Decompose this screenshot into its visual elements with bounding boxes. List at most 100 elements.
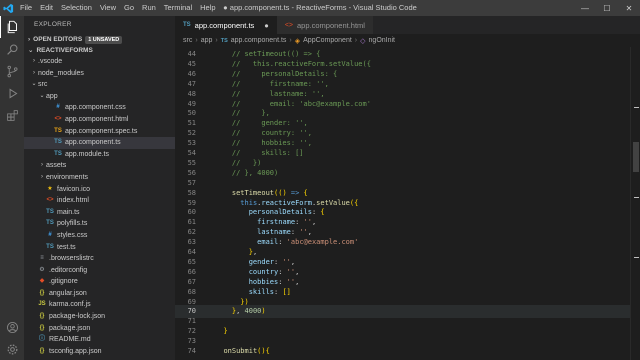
source-control-icon[interactable] [0, 60, 24, 82]
breadcrumb-item[interactable]: AppComponent [303, 37, 352, 44]
breadcrumb-item[interactable]: app [201, 37, 213, 44]
cfg-file-icon: ≡ [40, 255, 44, 262]
code-text: // lastname: '', [231, 89, 325, 98]
scrollbar-thumb[interactable] [633, 142, 639, 172]
breadcrumb-separator-icon: › [195, 37, 198, 44]
json-file-icon: {} [39, 313, 45, 320]
file-item[interactable]: {} package-lock.json [24, 311, 175, 323]
json-file-icon: {} [39, 347, 45, 354]
spec-file-icon: TS [54, 127, 62, 134]
tree-item-label: app.component.spec.ts [65, 127, 138, 135]
maximize-button[interactable]: ☐ [596, 0, 618, 16]
menu-item-help[interactable]: Help [196, 0, 219, 16]
tree-item-label: favicon.ico [57, 185, 91, 193]
code-text: // firstname: '', [231, 79, 329, 88]
file-item[interactable]: JS karma.conf.js [24, 299, 175, 311]
ico-file-icon: ★ [47, 185, 53, 192]
folder-item[interactable]: › environments [24, 172, 175, 184]
file-item[interactable]: # styles.css [24, 230, 175, 242]
file-item[interactable]: ⚙ .editorconfig [24, 265, 175, 277]
project-section[interactable]: ⌄ REACTIVEFORMS [24, 45, 175, 56]
menu-item-run[interactable]: Run [138, 0, 160, 16]
code-text: // setTimeout(() => { [231, 50, 321, 58]
menu-item-edit[interactable]: Edit [36, 0, 57, 16]
file-item[interactable]: <> index.html [24, 195, 175, 207]
unsaved-dot-icon[interactable]: ● [264, 21, 269, 30]
explorer-icon[interactable] [0, 16, 24, 38]
breadcrumb-item[interactable]: app.component.ts [231, 37, 287, 44]
file-item[interactable]: TS app.module.ts [24, 149, 175, 161]
folder-item[interactable]: ⌄ app [24, 91, 175, 103]
menu-item-go[interactable]: Go [120, 0, 138, 16]
tree-item-label: app.component.css [65, 104, 126, 112]
code-text: // }) [231, 158, 262, 167]
code-editor[interactable]: 44 // setTimeout(() => {45 // this.react… [175, 47, 640, 360]
code-text: }, [248, 248, 258, 256]
breadcrumb-item[interactable]: src [183, 37, 192, 44]
folder-item[interactable]: › node_modules [24, 68, 175, 80]
ts-file-icon: TS [46, 208, 54, 215]
breadcrumb-separator-icon: › [215, 37, 218, 44]
minimize-button[interactable]: — [574, 0, 596, 16]
editor-scrollbar[interactable] [630, 47, 640, 360]
code-text: this.reactiveForm.setValue({ [240, 198, 359, 207]
settings-gear-icon[interactable] [0, 338, 24, 360]
explorer-sidebar: EXPLORER › OPEN EDITORS 1 UNSAVED ⌄ REAC… [24, 16, 175, 360]
file-item[interactable]: ≡ .browserslistrc [24, 253, 175, 265]
code-text: firstname: '', [257, 218, 317, 227]
tab-app-component-ts[interactable]: TS app.component.ts ● [175, 16, 277, 34]
open-editors-section[interactable]: › OPEN EDITORS 1 UNSAVED [24, 34, 175, 45]
tree-item-label: karma.conf.js [49, 301, 91, 309]
code-text: skills: [] [248, 287, 291, 296]
tab-app-component-html[interactable]: <> app.component.html [276, 16, 373, 34]
folder-item[interactable]: › .vscode [24, 56, 175, 68]
tree-item-label: app.module.ts [65, 150, 109, 158]
code-text: // skills: [] [231, 149, 304, 157]
extensions-icon[interactable] [0, 104, 24, 126]
file-item[interactable]: # app.component.css [24, 102, 175, 114]
menu-item-view[interactable]: View [96, 0, 120, 16]
account-icon[interactable] [0, 316, 24, 338]
tree-item-label: app.component.ts [65, 139, 121, 147]
file-item[interactable]: ⓘ README.md [24, 334, 175, 346]
chevron-down-icon: ⌄ [28, 47, 34, 54]
open-editors-label: OPEN EDITORS [33, 36, 83, 43]
window-controls: — ☐ ✕ [574, 0, 640, 16]
chevron-right-icon: › [41, 173, 43, 180]
code-text: country: '', [248, 267, 300, 276]
code-line[interactable]: 74 onSubmit(){ [175, 345, 630, 358]
search-icon[interactable] [0, 38, 24, 60]
file-item[interactable]: ★ favicon.ico [24, 184, 175, 196]
file-item[interactable]: TS app.component.spec.ts [24, 126, 175, 138]
folder-item[interactable]: › assets [24, 160, 175, 172]
tree-item-label: .vscode [38, 58, 63, 65]
code-text: // gender: '', [231, 119, 308, 128]
file-item[interactable]: TS main.ts [24, 207, 175, 219]
tree-item-label: src [38, 81, 48, 89]
tree-item-label: main.ts [57, 208, 80, 216]
file-item[interactable]: {} tsconfig.app.json [24, 346, 175, 358]
code-text: hobbies: '', [248, 277, 300, 286]
menu-item-selection[interactable]: Selection [57, 0, 96, 16]
html-file-icon: <> [54, 115, 62, 122]
breadcrumb-item[interactable]: ngOnInit [369, 37, 395, 44]
typescript-file-icon: TS [183, 22, 191, 28]
file-item[interactable]: {} package.json [24, 323, 175, 335]
run-debug-icon[interactable] [0, 82, 24, 104]
code-text: // country: '', [231, 129, 312, 138]
close-window-button[interactable]: ✕ [618, 0, 640, 16]
file-item[interactable]: TS app.component.ts [24, 137, 175, 149]
code-text: // hobbies: '', [231, 139, 312, 148]
file-item[interactable]: TS test.ts [24, 242, 175, 254]
folder-item[interactable]: ⌄ src [24, 79, 175, 91]
file-item[interactable]: <> app.component.html [24, 114, 175, 126]
css-file-icon: # [56, 104, 60, 111]
tree-item-label: app [46, 92, 58, 100]
file-item[interactable]: {} angular.json [24, 288, 175, 300]
file-item[interactable]: TS polyfills.ts [24, 218, 175, 230]
method-icon: ◇ [360, 37, 366, 45]
menu-item-file[interactable]: File [16, 0, 36, 16]
file-item[interactable]: ◆ .gitignore [24, 276, 175, 288]
menu-item-terminal[interactable]: Terminal [160, 0, 196, 16]
tree-item-label: test.ts [57, 243, 76, 251]
